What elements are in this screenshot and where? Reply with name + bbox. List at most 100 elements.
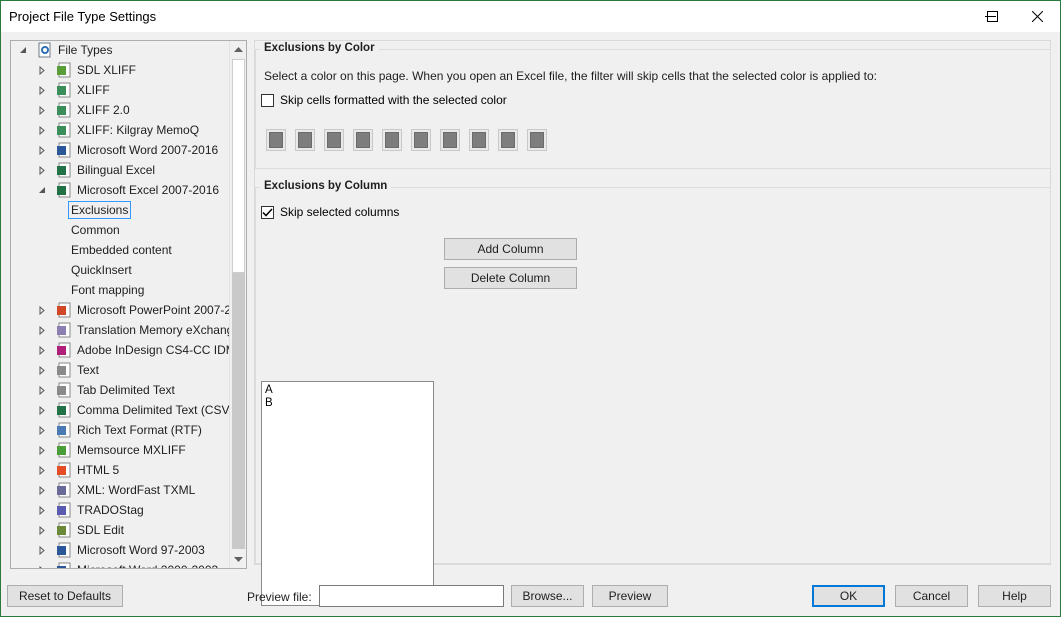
tree-item[interactable]: SDL Edit: [37, 520, 124, 540]
columns-listbox[interactable]: A B: [261, 381, 434, 606]
close-button[interactable]: [1014, 1, 1060, 32]
help-button[interactable]: Help: [978, 585, 1051, 607]
color-swatch[interactable]: [527, 129, 547, 151]
color-swatch[interactable]: [295, 129, 315, 151]
preview-file-input[interactable]: [319, 585, 504, 607]
collapsed-arrow-icon[interactable]: [37, 65, 47, 75]
tree-item[interactable]: Translation Memory eXchange: [37, 320, 230, 340]
collapsed-arrow-icon[interactable]: [37, 305, 47, 315]
color-swatch[interactable]: [382, 129, 402, 151]
preview-button[interactable]: Preview: [592, 585, 668, 607]
collapsed-arrow-icon[interactable]: [37, 345, 47, 355]
tree-scrollbar[interactable]: [229, 41, 246, 568]
add-column-button[interactable]: Add Column: [444, 238, 577, 260]
color-swatch[interactable]: [469, 129, 489, 151]
tree-item[interactable]: Tab Delimited Text: [37, 380, 175, 400]
color-swatch-fill: [327, 132, 341, 148]
expanded-arrow-icon[interactable]: [18, 45, 28, 55]
tree-item[interactable]: Microsoft Word 97-2003: [37, 540, 205, 560]
color-swatch[interactable]: [498, 129, 518, 151]
tree-item[interactable]: Rich Text Format (RTF): [37, 420, 202, 440]
collapsed-arrow-icon[interactable]: [37, 445, 47, 455]
column-item[interactable]: B: [265, 397, 430, 410]
tree-item-label: XLIFF 2.0: [77, 103, 130, 117]
tree-subitem[interactable]: Font mapping: [71, 280, 144, 300]
word-icon: [56, 142, 72, 158]
column-item[interactable]: A: [265, 384, 430, 397]
collapsed-arrow-icon[interactable]: [37, 485, 47, 495]
tree-subitem-label: Font mapping: [71, 283, 145, 297]
collapsed-arrow-icon[interactable]: [37, 465, 47, 475]
maximize-button[interactable]: [969, 1, 1015, 32]
tree-item[interactable]: TRADOStag: [37, 500, 144, 520]
ok-button[interactable]: OK: [812, 585, 885, 607]
collapsed-arrow-icon[interactable]: [37, 105, 47, 115]
color-swatch[interactable]: [353, 129, 373, 151]
color-swatch[interactable]: [266, 129, 286, 151]
tree-item[interactable]: Text: [37, 360, 99, 380]
scroll-down-arrow-icon[interactable]: [230, 551, 246, 568]
tree-root-file-types[interactable]: File Types: [18, 41, 112, 60]
skip-color-label: Skip cells formatted with the selected c…: [280, 93, 507, 107]
collapsed-arrow-icon[interactable]: [37, 405, 47, 415]
collapsed-arrow-icon[interactable]: [37, 365, 47, 375]
reset-to-defaults-button[interactable]: Reset to Defaults: [7, 585, 123, 607]
color-swatch[interactable]: [440, 129, 460, 151]
collapsed-arrow-icon[interactable]: [37, 385, 47, 395]
tree-item[interactable]: Microsoft Word 2000-2003: [37, 560, 218, 568]
skip-color-checkbox[interactable]: [261, 93, 274, 107]
tree-subitem[interactable]: Embedded content: [71, 240, 172, 260]
tree-item-label: XML: WordFast TXML: [77, 483, 196, 497]
color-swatch[interactable]: [324, 129, 344, 151]
tree-item[interactable]: XML: WordFast TXML: [37, 480, 195, 500]
tree-item[interactable]: HTML 5: [37, 460, 119, 480]
collapsed-arrow-icon[interactable]: [37, 165, 47, 175]
tree-item[interactable]: XLIFF 2.0: [37, 100, 130, 120]
tree-item[interactable]: Microsoft Excel 2007-2016: [37, 180, 219, 200]
skip-columns-checkbox-row[interactable]: Skip selected columns: [261, 205, 399, 219]
title-bar: Project File Type Settings: [1, 1, 1060, 32]
tree-item[interactable]: Bilingual Excel: [37, 160, 155, 180]
tree-item[interactable]: XLIFF: [37, 80, 110, 100]
tree-subitem[interactable]: QuickInsert: [71, 260, 132, 280]
skip-columns-checkbox[interactable]: [261, 205, 274, 219]
collapsed-arrow-icon[interactable]: [37, 525, 47, 535]
tradostag-icon: [56, 502, 72, 518]
collapsed-arrow-icon[interactable]: [37, 505, 47, 515]
collapsed-arrow-icon[interactable]: [37, 425, 47, 435]
xliff-icon: [56, 82, 72, 98]
scrollbar-track[interactable]: [232, 273, 245, 549]
tree-item[interactable]: Comma Delimited Text (CSV): [37, 400, 230, 420]
cancel-button[interactable]: Cancel: [895, 585, 968, 607]
tree-item[interactable]: XLIFF: Kilgray MemoQ: [37, 120, 199, 140]
collapsed-arrow-icon[interactable]: [37, 325, 47, 335]
html5-icon: [56, 462, 72, 478]
collapsed-arrow-icon[interactable]: [37, 145, 47, 155]
scroll-up-arrow-icon[interactable]: [230, 41, 246, 58]
collapsed-arrow-icon[interactable]: [37, 565, 47, 568]
tree-item[interactable]: Memsource MXLIFF: [37, 440, 186, 460]
tree-item[interactable]: SDL XLIFF: [37, 60, 136, 80]
color-swatch-fill: [530, 132, 544, 148]
tree-item[interactable]: Microsoft Word 2007-2016: [37, 140, 218, 160]
dialog-window: Project File Type Settings File Types SD…: [0, 0, 1061, 617]
browse-button[interactable]: Browse...: [511, 585, 584, 607]
tree-subitem[interactable]: Common: [71, 220, 120, 240]
tree-subitem[interactable]: Exclusions: [68, 200, 132, 220]
sdlxliff-icon: [56, 62, 72, 78]
scrollbar-thumb[interactable]: [232, 59, 245, 273]
tree-item-label: Microsoft Word 2000-2003: [77, 563, 218, 568]
skip-color-checkbox-row[interactable]: Skip cells formatted with the selected c…: [261, 93, 507, 107]
tree-item[interactable]: Microsoft PowerPoint 2007-20: [37, 300, 230, 320]
tree-item-label: Bilingual Excel: [77, 163, 156, 177]
tree-item[interactable]: Adobe InDesign CS4-CC IDML: [37, 340, 230, 360]
collapsed-arrow-icon[interactable]: [37, 545, 47, 555]
expanded-arrow-icon[interactable]: [37, 185, 47, 195]
collapsed-arrow-icon[interactable]: [37, 125, 47, 135]
tree-item-label: Translation Memory eXchange: [77, 323, 230, 337]
collapsed-arrow-icon[interactable]: [37, 85, 47, 95]
tmx-icon: [56, 322, 72, 338]
preview-file-label: Preview file:: [247, 590, 312, 604]
delete-column-button[interactable]: Delete Column: [444, 267, 577, 289]
color-swatch[interactable]: [411, 129, 431, 151]
